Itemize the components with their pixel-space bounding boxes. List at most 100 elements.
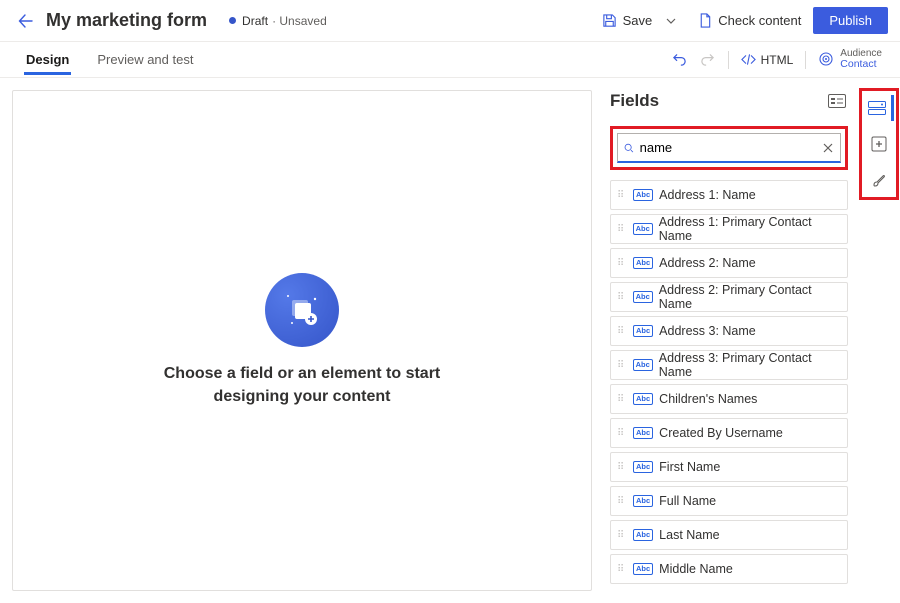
field-item[interactable]: ⠿ Abc Last Name bbox=[610, 520, 848, 550]
clear-search-button[interactable] bbox=[822, 139, 834, 157]
fields-panel: Fields ⠿ Abc Address 1: Name ⠿ Abc Address 1:… bbox=[600, 78, 858, 603]
field-item[interactable]: ⠿ Abc Full Name bbox=[610, 486, 848, 516]
status-label: Draft bbox=[242, 14, 268, 28]
page-title: My marketing form bbox=[46, 10, 207, 31]
field-item[interactable]: ⠿ Abc Created By Username bbox=[610, 418, 848, 448]
divider bbox=[805, 51, 806, 69]
drag-grip-icon: ⠿ bbox=[617, 496, 627, 507]
tabs-bar: Design Preview and test HTML Audience Co… bbox=[0, 42, 900, 78]
check-content-label: Check content bbox=[718, 13, 801, 28]
redo-button[interactable] bbox=[694, 46, 722, 74]
field-type-badge: Abc bbox=[633, 291, 653, 303]
field-label: Address 2: Name bbox=[659, 256, 756, 270]
drag-grip-icon: ⠿ bbox=[617, 326, 627, 337]
publish-button[interactable]: Publish bbox=[813, 7, 888, 34]
field-label: Address 2: Primary Contact Name bbox=[659, 283, 841, 311]
drag-grip-icon: ⠿ bbox=[617, 224, 627, 235]
field-label: Full Name bbox=[659, 494, 716, 508]
save-dropdown[interactable] bbox=[660, 7, 682, 35]
drag-grip-icon: ⠿ bbox=[617, 190, 627, 201]
panel-mode-toggle[interactable] bbox=[826, 90, 848, 112]
drag-grip-icon: ⠿ bbox=[617, 292, 627, 303]
field-type-badge: Abc bbox=[633, 189, 653, 201]
save-button[interactable]: Save bbox=[594, 7, 661, 35]
publish-label: Publish bbox=[829, 13, 872, 28]
field-list: ⠿ Abc Address 1: Name ⠿ Abc Address 1: Primar… bbox=[610, 180, 848, 584]
search-input[interactable] bbox=[640, 140, 816, 155]
field-label: Middle Name bbox=[659, 562, 733, 576]
field-type-badge: Abc bbox=[633, 325, 653, 337]
right-rail bbox=[858, 78, 900, 603]
undo-icon bbox=[672, 52, 687, 67]
document-icon bbox=[698, 13, 712, 28]
arrow-left-icon bbox=[18, 13, 34, 29]
field-item[interactable]: ⠿ Abc Address 2: Name bbox=[610, 248, 848, 278]
target-icon bbox=[818, 51, 834, 67]
field-type-badge: Abc bbox=[633, 223, 653, 235]
field-type-badge: Abc bbox=[633, 461, 653, 473]
form-view-icon bbox=[828, 94, 846, 108]
rail-style-button[interactable] bbox=[866, 167, 892, 193]
back-button[interactable] bbox=[12, 7, 40, 35]
drag-grip-icon: ⠿ bbox=[617, 462, 627, 473]
drag-grip-icon: ⠿ bbox=[617, 530, 627, 541]
fields-rail-icon bbox=[868, 101, 886, 115]
elements-rail-icon bbox=[871, 136, 887, 152]
drag-grip-icon: ⠿ bbox=[617, 564, 627, 575]
canvas-dropzone[interactable]: Choose a field or an element to start de… bbox=[12, 90, 592, 591]
header-bar: My marketing form Draft · Unsaved Save C… bbox=[0, 0, 900, 42]
divider bbox=[728, 51, 729, 69]
tab-preview[interactable]: Preview and test bbox=[95, 44, 195, 75]
field-item[interactable]: ⠿ Abc Children's Names bbox=[610, 384, 848, 414]
html-view-button[interactable]: HTML bbox=[735, 48, 800, 71]
field-type-badge: Abc bbox=[633, 359, 653, 371]
drag-grip-icon: ⠿ bbox=[617, 360, 627, 371]
undo-button[interactable] bbox=[666, 46, 694, 74]
field-type-badge: Abc bbox=[633, 257, 653, 269]
brush-rail-icon bbox=[871, 172, 887, 188]
field-type-badge: Abc bbox=[633, 393, 653, 405]
field-label: Address 3: Primary Contact Name bbox=[659, 351, 841, 379]
field-item[interactable]: ⠿ Abc Address 1: Primary Contact Name bbox=[610, 214, 848, 244]
tab-design[interactable]: Design bbox=[24, 44, 71, 75]
field-type-badge: Abc bbox=[633, 529, 653, 541]
search-input-wrapper bbox=[617, 133, 841, 163]
field-label: Children's Names bbox=[659, 392, 757, 406]
field-label: Address 1: Primary Contact Name bbox=[659, 215, 841, 243]
field-label: First Name bbox=[659, 460, 720, 474]
field-type-badge: Abc bbox=[633, 495, 653, 507]
redo-icon bbox=[700, 52, 715, 67]
field-item[interactable]: ⠿ Abc First Name bbox=[610, 452, 848, 482]
field-item[interactable]: ⠿ Abc Address 3: Primary Contact Name bbox=[610, 350, 848, 380]
check-content-button[interactable]: Check content bbox=[690, 7, 809, 35]
drag-grip-icon: ⠿ bbox=[617, 428, 627, 439]
field-type-badge: Abc bbox=[633, 427, 653, 439]
field-label: Last Name bbox=[659, 528, 719, 542]
chevron-down-icon bbox=[666, 16, 676, 26]
canvas-area: Choose a field or an element to start de… bbox=[0, 78, 600, 603]
empty-state-text: Choose a field or an element to start de… bbox=[142, 363, 462, 408]
fields-panel-title: Fields bbox=[610, 91, 659, 111]
rail-elements-button[interactable] bbox=[866, 131, 892, 157]
close-icon bbox=[823, 143, 833, 153]
html-label: HTML bbox=[761, 53, 794, 67]
field-type-badge: Abc bbox=[633, 563, 653, 575]
field-item[interactable]: ⠿AbcAddress 3: Name bbox=[610, 316, 848, 346]
drag-grip-icon: ⠿ bbox=[617, 394, 627, 405]
empty-state-icon bbox=[265, 273, 339, 347]
field-item[interactable]: ⠿ Abc Middle Name bbox=[610, 554, 848, 584]
field-item[interactable]: ⠿ Abc Address 1: Name bbox=[610, 180, 848, 210]
status-suffix: · Unsaved bbox=[272, 14, 327, 28]
status-dot-icon bbox=[229, 17, 236, 24]
search-icon bbox=[624, 141, 634, 155]
field-label: Created By Username bbox=[659, 426, 783, 440]
audience-value: Contact bbox=[840, 59, 882, 70]
save-icon bbox=[602, 13, 617, 28]
rail-highlight-box bbox=[859, 88, 899, 200]
rail-fields-button[interactable] bbox=[864, 95, 894, 121]
drag-grip-icon: ⠿ bbox=[617, 258, 627, 269]
field-item[interactable]: ⠿ Abc Address 2: Primary Contact Name bbox=[610, 282, 848, 312]
field-label: Address 1: Name bbox=[659, 188, 756, 202]
audience-selector[interactable]: Audience Contact bbox=[812, 49, 888, 71]
save-label: Save bbox=[623, 13, 653, 28]
